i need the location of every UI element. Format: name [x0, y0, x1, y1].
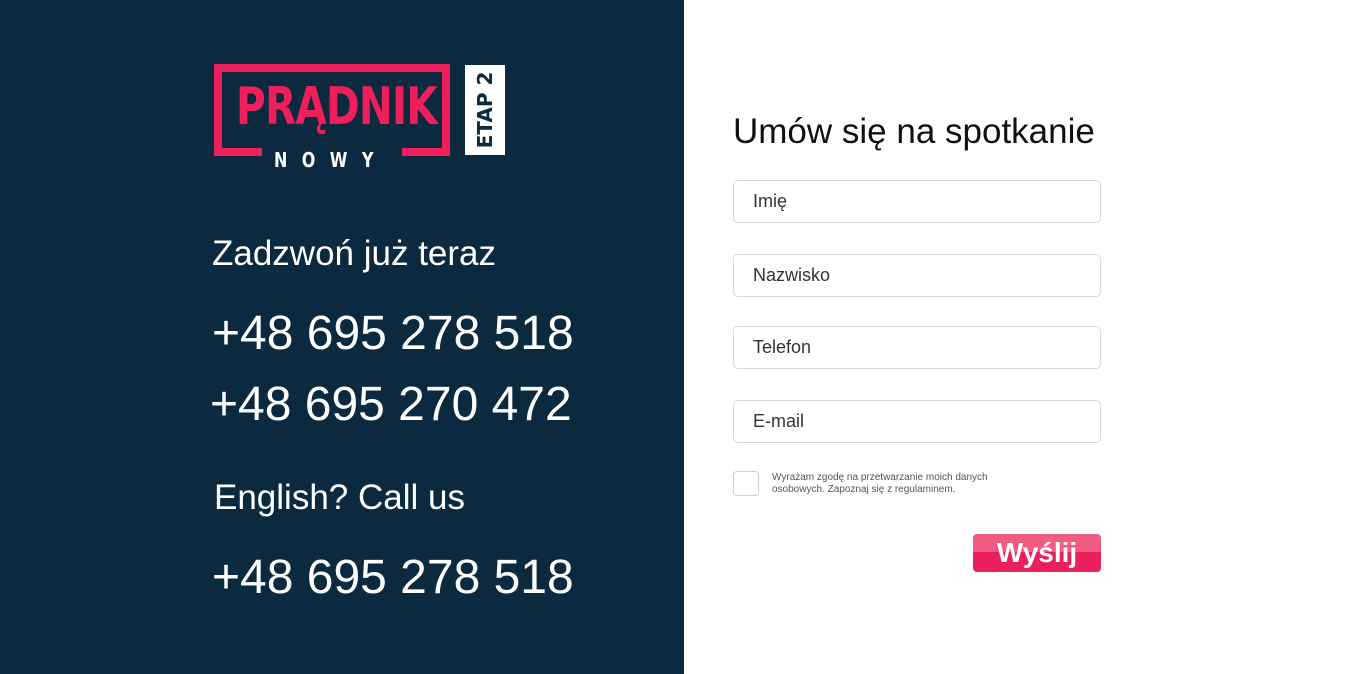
logo[interactable]: PRĄDNIK NOWY ETAP 2 [214, 64, 506, 174]
last-name-input[interactable] [733, 254, 1101, 297]
email-input[interactable] [733, 400, 1101, 443]
logo-badge-text: ETAP 2 [473, 71, 497, 149]
english-phone-link[interactable]: +48 695 278 518 [212, 548, 574, 608]
phone-input[interactable] [733, 326, 1101, 369]
logo-subtitle: NOWY [274, 148, 388, 172]
logo-frame-segment [402, 148, 450, 156]
call-heading: Zadzwoń już teraz [212, 234, 497, 273]
consent-text: Wyrażam zgodę na przetwarzanie moich dan… [772, 472, 988, 495]
english-heading: English? Call us [214, 478, 465, 517]
logo-word: PRĄDNIK [236, 77, 438, 137]
phone-link-2[interactable]: +48 695 270 472 [210, 375, 572, 435]
logo-frame-segment [214, 148, 262, 156]
contact-panel: PRĄDNIK NOWY ETAP 2 Zadzwoń już teraz +4… [0, 0, 684, 674]
phone-link-1[interactable]: +48 695 278 518 [212, 304, 574, 364]
submit-button[interactable]: Wyślij [973, 534, 1101, 572]
consent-checkbox[interactable] [733, 471, 759, 496]
form-title: Umów się na spotkanie [733, 112, 1095, 151]
first-name-input[interactable] [733, 180, 1101, 223]
logo-badge: ETAP 2 [465, 65, 505, 155]
